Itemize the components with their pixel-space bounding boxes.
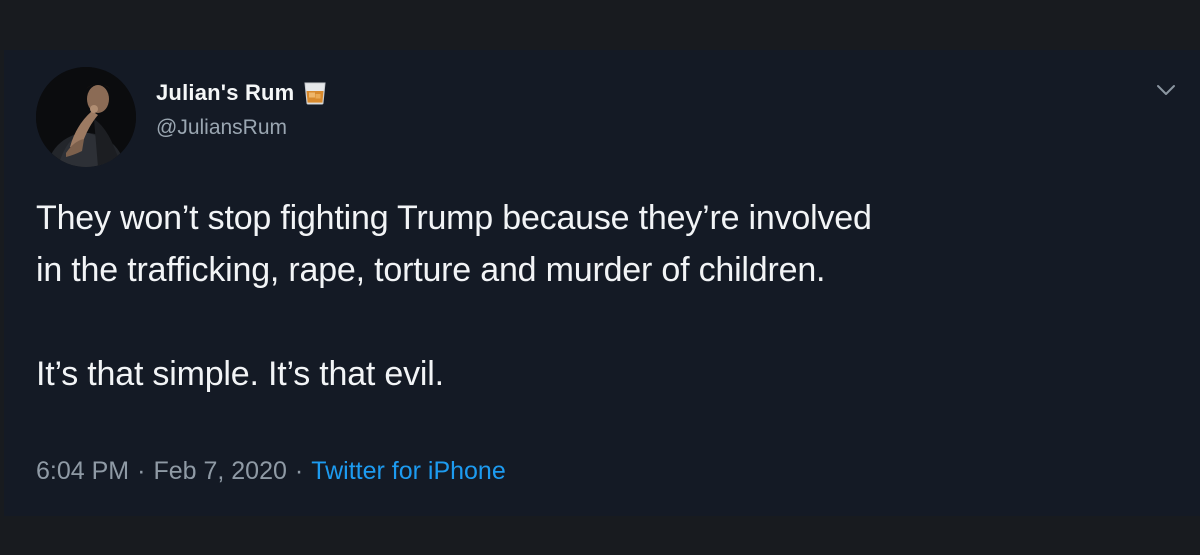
chevron-down-icon[interactable] — [1154, 78, 1178, 102]
tweet-date[interactable]: Feb 7, 2020 — [153, 457, 286, 486]
screenshot-frame: Julian's Rum @JuliansRum They won’t stop… — [0, 0, 1200, 555]
author-row: Julian's Rum — [156, 80, 328, 106]
metadata-separator: · — [137, 457, 146, 485]
tweet-text: They won’t stop fighting Trump because t… — [36, 192, 1176, 400]
tweet-text-line: in the trafficking, rape, torture and mu… — [36, 251, 826, 289]
tweet-text-line: They won’t stop fighting Trump because t… — [36, 199, 872, 237]
display-name[interactable]: Julian's Rum — [156, 80, 294, 106]
tweet-metadata: 6:04 PM · Feb 7, 2020 · Twitter for iPho… — [36, 457, 506, 486]
avatar[interactable] — [36, 67, 136, 167]
tweet-text-line: It’s that simple. It’s that evil. — [36, 355, 444, 393]
avatar-image — [36, 67, 136, 167]
tweet-time[interactable]: 6:04 PM — [36, 457, 129, 486]
tumbler-glass-icon — [302, 80, 328, 106]
author-handle[interactable]: @JuliansRum — [156, 116, 287, 140]
tweet-source-link[interactable]: Twitter for iPhone — [311, 457, 506, 486]
metadata-separator: · — [294, 457, 304, 485]
tweet-card: Julian's Rum @JuliansRum They won’t stop… — [4, 50, 1200, 516]
